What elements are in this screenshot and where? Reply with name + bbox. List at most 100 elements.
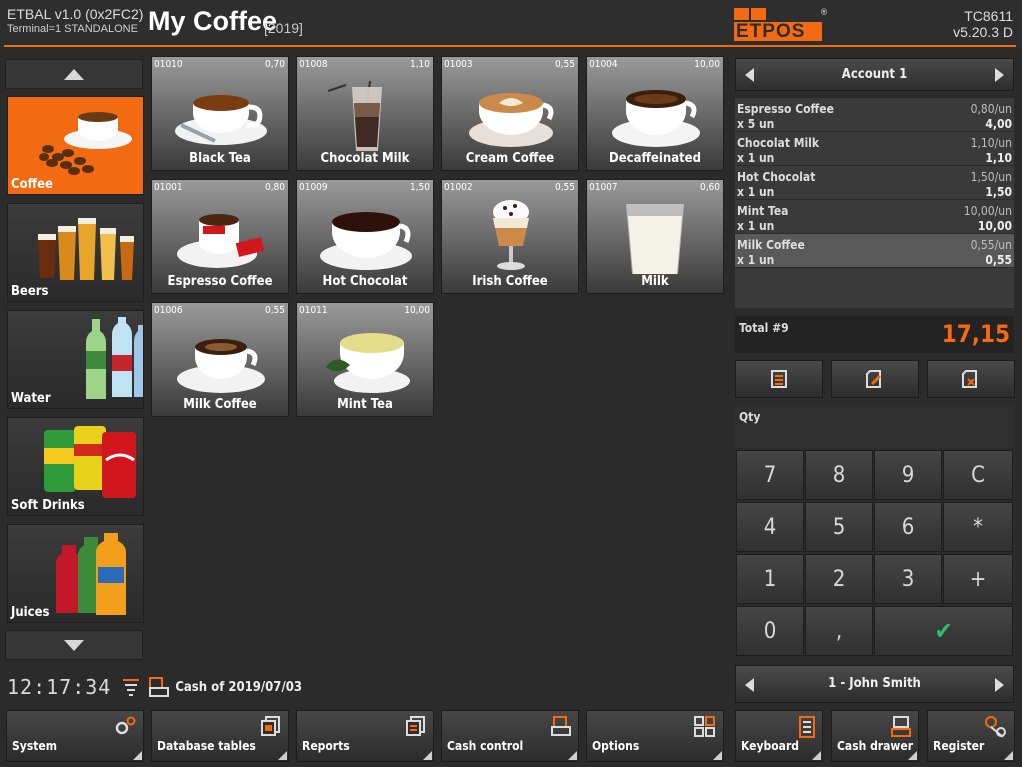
register-button[interactable]: Register: [927, 710, 1015, 762]
cash-drawer-icon: [891, 716, 911, 737]
water-bottles-icon: [86, 317, 143, 399]
ticket-edit-button[interactable]: [831, 360, 919, 398]
ticket-line[interactable]: Espresso Coffee 0,80/un x 5 un 4,00: [735, 98, 1014, 132]
line-item-name: Espresso Coffee: [737, 102, 834, 116]
filter-icon[interactable]: [123, 678, 140, 696]
button-label: Database tables: [157, 739, 256, 753]
line-item-name: Milk Coffee: [737, 238, 805, 252]
product-chocolat-milk[interactable]: 01008 1,10 Chocolat Milk: [296, 56, 434, 171]
status-bar: 12:17:34 Cash of 2019/07/03: [7, 673, 302, 701]
category-water[interactable]: Water: [7, 310, 144, 409]
key-2[interactable]: 2: [805, 554, 873, 604]
key-7[interactable]: 7: [736, 450, 804, 500]
cash-control-button[interactable]: Cash control: [441, 710, 579, 762]
product-cream-coffee[interactable]: 01003 0,55 Cream Coffee: [441, 56, 579, 171]
line-item-name: Mint Tea: [737, 204, 789, 218]
line-amount: 10,00: [977, 219, 1012, 233]
line-amount: 1,10: [985, 151, 1012, 165]
reports-button[interactable]: Reports: [296, 710, 434, 762]
line-quantity: x 1 un: [737, 219, 775, 233]
product-name: Chocolat Milk: [320, 151, 410, 166]
product-mint-tea[interactable]: 01011 10,00 Mint Tea: [296, 302, 434, 417]
ticket-line-selected[interactable]: Milk Coffee 0,55/un x 1 un 0,55: [735, 234, 1014, 268]
arrow-right-icon[interactable]: [995, 678, 1004, 692]
arrow-right-icon[interactable]: [995, 68, 1004, 82]
key-0[interactable]: 0: [736, 606, 804, 656]
document-edit-icon: [866, 370, 882, 388]
app-version: ETBAL v1.0 (0x2FC2): [7, 6, 144, 22]
product-milk-coffee[interactable]: 01006 0,55 Milk Coffee: [151, 302, 289, 417]
key-5[interactable]: 5: [805, 502, 873, 552]
system-button[interactable]: System: [6, 710, 144, 762]
app-info: ETBAL v1.0 (0x2FC2) Terminal=1 STANDALON…: [7, 6, 143, 36]
key-1[interactable]: 1: [736, 554, 804, 604]
line-quantity: x 1 un: [737, 151, 775, 165]
product-irish-coffee[interactable]: 01002 0,55 Irish Coffee: [441, 179, 579, 294]
corner-mark: [278, 751, 287, 760]
keyboard-button[interactable]: Keyboard: [735, 710, 823, 762]
ticket-delete-button[interactable]: [927, 360, 1015, 398]
milk-coffee-cup-icon: [177, 339, 265, 393]
key-clear[interactable]: C: [943, 450, 1013, 500]
product-black-tea[interactable]: 01010 0,70 Black Tea: [151, 56, 289, 171]
product-code: 01001: [154, 182, 183, 193]
key-4[interactable]: 4: [736, 502, 804, 552]
category-label: Coffee: [11, 177, 53, 192]
cash-register-icon: [149, 677, 170, 697]
key-plus[interactable]: +: [943, 554, 1013, 604]
product-code: 01007: [589, 182, 618, 193]
category-scroll-up-button[interactable]: [5, 59, 143, 89]
product-milk[interactable]: 01007 0,60 Milk: [586, 179, 724, 294]
category-scroll-down-button[interactable]: [5, 630, 143, 660]
corner-mark: [423, 751, 432, 760]
button-label: Options: [592, 739, 640, 753]
product-price: 0,55: [554, 59, 575, 70]
category-label: Beers: [11, 284, 49, 299]
total-value: 17,15: [941, 320, 1010, 348]
product-decaffeinated[interactable]: 01004 10,00 Decaffeinated: [586, 56, 724, 171]
corner-mark: [812, 751, 821, 760]
ticket-line[interactable]: Mint Tea 10,00/un x 1 un 10,00: [735, 200, 1014, 234]
product-price: 0,55: [554, 182, 575, 193]
database-tables-button[interactable]: Database tables: [151, 710, 289, 762]
key-8[interactable]: 8: [805, 450, 873, 500]
arrow-up-icon: [64, 68, 84, 80]
key-3[interactable]: 3: [874, 554, 942, 604]
product-name: Mint Tea: [337, 397, 393, 412]
line-quantity: x 1 un: [737, 253, 775, 267]
product-espresso-coffee[interactable]: 01001 0,80 Espresso Coffee: [151, 179, 289, 294]
account-label: Account 1: [841, 67, 908, 82]
options-button[interactable]: Options: [586, 710, 724, 762]
key-comma[interactable]: ,: [805, 606, 873, 656]
corner-mark: [568, 751, 577, 760]
header-bar: ETBAL v1.0 (0x2FC2) Terminal=1 STANDALON…: [0, 0, 1022, 47]
account-selector[interactable]: Account 1: [735, 58, 1014, 91]
operator-selector[interactable]: 1 - John Smith: [735, 665, 1014, 703]
arrow-down-icon: [64, 639, 84, 651]
ticket-line[interactable]: Hot Chocolat 1,50/un x 1 un 1,50: [735, 166, 1014, 200]
key-multiply[interactable]: *: [943, 502, 1013, 552]
key-confirm[interactable]: ✔: [874, 606, 1013, 656]
category-juices[interactable]: Juices: [7, 524, 144, 623]
key-6[interactable]: 6: [874, 502, 942, 552]
category-beers[interactable]: Beers: [7, 203, 144, 302]
key-9[interactable]: 9: [874, 450, 942, 500]
product-name: Irish Coffee: [472, 274, 548, 289]
category-label: Soft Drinks: [11, 498, 85, 513]
button-label: Reports: [302, 739, 350, 753]
ticket-list-button[interactable]: [735, 360, 823, 398]
cash-drawer-button[interactable]: Cash drawer: [831, 710, 919, 762]
black-tea-cup-icon: [175, 95, 267, 145]
product-code: 01009: [299, 182, 328, 193]
product-hot-chocolat[interactable]: 01009 1,50 Hot Chocolat: [296, 179, 434, 294]
mint-tea-cup-icon: [326, 333, 410, 393]
operator-label: 1 - John Smith: [828, 676, 921, 691]
category-soft-drinks[interactable]: Soft Drinks: [7, 417, 144, 516]
qty-label: Qty: [739, 410, 761, 424]
line-unit-price: 0,80/un: [970, 102, 1012, 116]
category-coffee[interactable]: Coffee: [7, 96, 144, 195]
options-grid-icon: [694, 716, 715, 737]
database-tables-icon: [261, 716, 280, 736]
clock: 12:17:34: [7, 675, 112, 699]
ticket-line[interactable]: Chocolat Milk 1,10/un x 1 un 1,10: [735, 132, 1014, 166]
